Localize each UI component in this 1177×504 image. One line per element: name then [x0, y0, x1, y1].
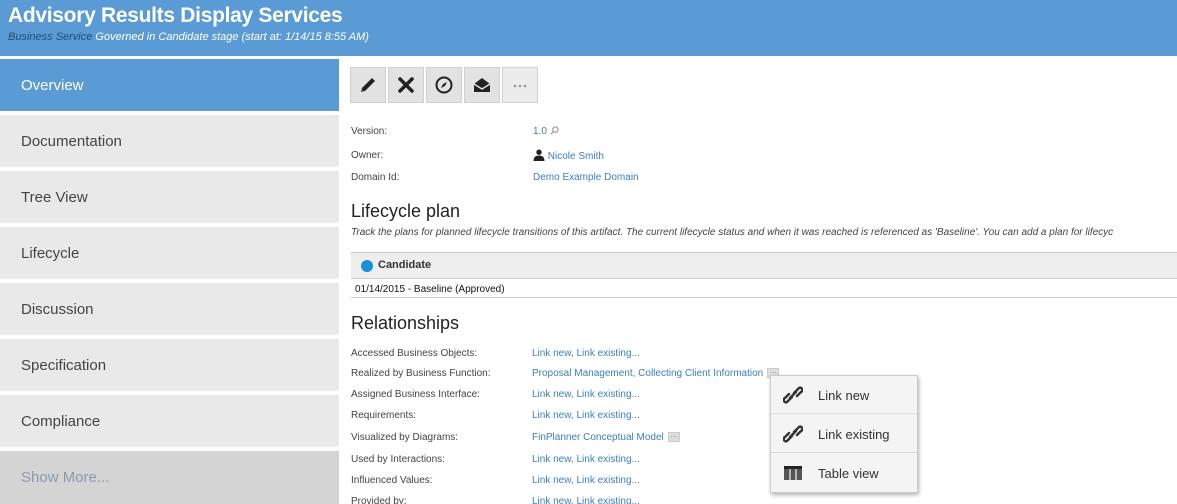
sidebar-item-lifecycle[interactable]: Lifecycle: [0, 227, 339, 280]
lifecycle-baseline-row: 01/14/2015 - Baseline (Approved): [351, 280, 1177, 298]
owner-value: Nicole Smith: [533, 149, 604, 162]
relationship-label: Assigned Business Interface:: [351, 389, 480, 400]
delete-button[interactable]: [388, 67, 424, 103]
menu-item-label: Table view: [818, 466, 879, 481]
compass-icon: [435, 76, 453, 94]
sidebar-item-discussion[interactable]: Discussion: [0, 283, 339, 336]
relationship-links[interactable]: Link new, Link existing...: [532, 389, 640, 400]
artifact-type: Business Service: [8, 31, 93, 43]
relationship-links[interactable]: Link new, Link existing...: [532, 348, 640, 359]
baseline-text: 01/14/2015 - Baseline (Approved): [355, 284, 505, 295]
relationship-label: Visualized by Diagrams:: [351, 432, 459, 443]
page-subtitle: Business Service Governed in Candidate s…: [8, 31, 369, 43]
menu-item-link-new[interactable]: Link new: [771, 376, 917, 414]
sidebar-item-tree-view[interactable]: Tree View: [0, 171, 339, 224]
menu-item-label: Link existing: [818, 427, 890, 442]
menu-item-label: Link new: [818, 388, 870, 403]
sidebar-item-overview[interactable]: Overview: [0, 59, 339, 112]
email-button[interactable]: [464, 67, 500, 103]
relationship-links-row: FinPlanner Conceptual Model…: [532, 432, 680, 443]
relationships-title: Relationships: [351, 313, 460, 333]
menu-item-table-view[interactable]: Table view: [771, 454, 917, 492]
relationship-label: Influenced Values:: [351, 475, 433, 486]
relationship-links[interactable]: Proposal Management, Collecting Client I…: [532, 368, 763, 379]
sidebar-item-specification[interactable]: Specification: [0, 339, 339, 392]
relationship-links[interactable]: Link new, Link existing...: [532, 475, 640, 486]
version-value: 1.0: [533, 126, 559, 137]
search-icon[interactable]: [550, 126, 559, 135]
relationship-links[interactable]: Link new, Link existing...: [532, 410, 640, 421]
x-icon: [398, 77, 414, 93]
link-options-menu: Link new Link existing Table view: [770, 375, 918, 493]
more-icon: [513, 84, 527, 88]
lifecycle-plan-title: Lifecycle plan: [351, 201, 461, 221]
link-icon: [783, 386, 803, 404]
version-label: Version:: [351, 126, 388, 137]
envelope-icon: [473, 78, 491, 92]
sidebar-item-documentation[interactable]: Documentation: [0, 115, 339, 168]
relationship-label: Provided by:: [351, 496, 407, 504]
stage-name: Candidate: [378, 259, 432, 271]
page-header: Advisory Results Display Services Busine…: [0, 0, 1177, 56]
menu-item-link-existing[interactable]: Link existing: [771, 415, 917, 453]
owner-label: Owner:: [351, 150, 384, 161]
stage-status-dot: [361, 260, 373, 272]
relationship-label: Realized by Business Function:: [351, 368, 491, 379]
table-icon: [784, 466, 802, 480]
pencil-icon: [361, 78, 375, 92]
relationship-links[interactable]: Link new, Link existing...: [532, 454, 640, 465]
sidebar-item-compliance[interactable]: Compliance: [0, 395, 339, 448]
relationship-label: Used by Interactions:: [351, 454, 445, 465]
link-icon: [783, 425, 803, 443]
relationship-label: Requirements:: [351, 410, 417, 421]
lifecycle-status-text: Governed in Candidate stage (start at: 1…: [92, 31, 369, 43]
more-button[interactable]: [502, 67, 538, 103]
more-options-icon[interactable]: …: [667, 432, 680, 443]
relationship-links-row: Proposal Management, Collecting Client I…: [532, 368, 780, 379]
relationship-label: Accessed Business Objects:: [351, 348, 478, 359]
show-more-link[interactable]: Show More...: [0, 451, 339, 504]
edit-button[interactable]: [350, 67, 386, 103]
page-title: Advisory Results Display Services: [8, 4, 343, 27]
owner-link[interactable]: Nicole Smith: [548, 151, 604, 162]
relationship-links[interactable]: Link new, Link existing...: [532, 496, 640, 504]
lifecycle-stage-header: Candidate: [351, 252, 1177, 279]
lifecycle-plan-description: Track the plans for planned lifecycle tr…: [351, 227, 1114, 238]
relationship-links[interactable]: FinPlanner Conceptual Model: [532, 432, 664, 443]
version-number[interactable]: 1.0: [533, 126, 547, 137]
domain-id-label: Domain Id:: [351, 172, 400, 183]
domain-id-value[interactable]: Demo Example Domain: [533, 172, 639, 183]
navigate-button[interactable]: [426, 67, 462, 103]
person-icon: [533, 149, 545, 161]
